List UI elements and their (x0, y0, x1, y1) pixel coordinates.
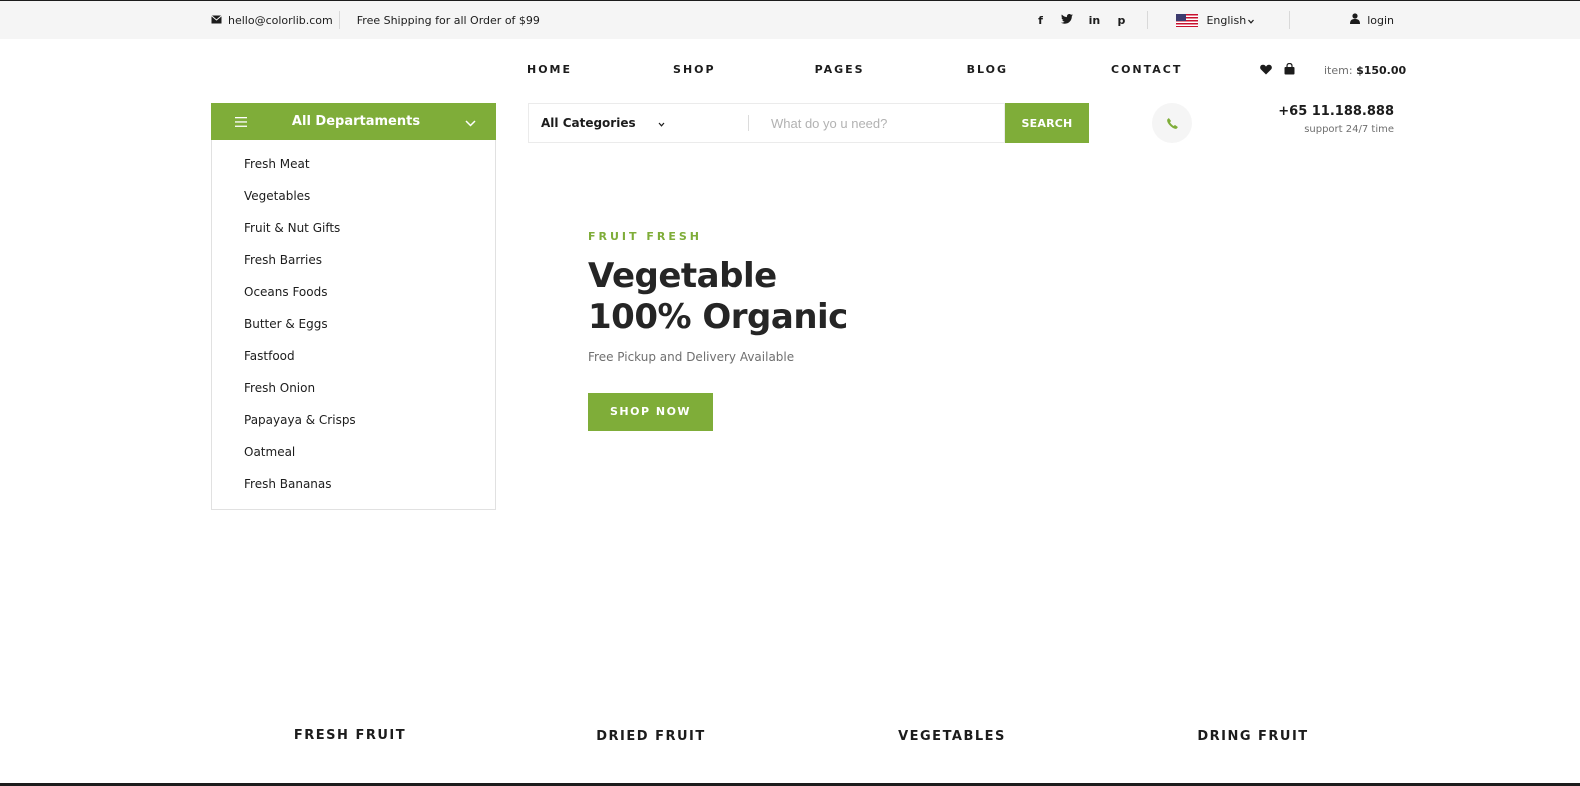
support-contact: +65 11.188.888 support 24/7 time (1278, 104, 1394, 135)
cart-total-value: $150.00 (1356, 64, 1407, 77)
hero-title: Vegetable 100% Organic (588, 256, 848, 338)
nav-shop[interactable]: SHOP (673, 63, 716, 76)
top-bar-left: hello@colorlib.com Free Shipping for all… (211, 11, 540, 29)
nav-pages[interactable]: PAGES (815, 63, 865, 76)
search-bar: All Categories SEARCH (528, 103, 1089, 143)
pinterest-icon[interactable]: p (1115, 14, 1127, 27)
search-button[interactable]: SEARCH (1005, 103, 1089, 143)
language-selector[interactable]: English (1148, 13, 1289, 27)
support-hours: support 24/7 time (1304, 124, 1394, 135)
email-link[interactable]: hello@colorlib.com (211, 14, 339, 27)
shipping-notice: Free Shipping for all Order of $99 (356, 13, 540, 27)
department-item[interactable]: Vegetables (212, 187, 495, 219)
nav-blog[interactable]: BLOG (967, 63, 1008, 76)
email-text: hello@colorlib.com (228, 13, 333, 27)
us-flag-icon (1176, 13, 1199, 27)
chevron-down-icon (465, 112, 476, 131)
department-item[interactable]: Fresh Onion (212, 379, 495, 411)
nav-home[interactable]: HOME (527, 63, 572, 76)
top-bar: hello@colorlib.com Free Shipping for all… (0, 0, 1580, 39)
header-icons (1260, 62, 1295, 78)
language-label: English (1206, 13, 1247, 27)
department-item[interactable]: Fresh Bananas (212, 475, 495, 507)
nav-contact[interactable]: CONTACT (1111, 63, 1182, 76)
department-item[interactable]: Fastfood (212, 347, 495, 379)
category-strip: FRESH FRUIT DRIED FRUIT VEGETABLES DRING… (0, 728, 1580, 752)
phone-number[interactable]: +65 11.188.888 (1278, 104, 1394, 119)
hamburger-icon (235, 112, 247, 131)
social-links: f in p (1034, 13, 1147, 27)
hero-subtitle: Free Pickup and Delivery Available (588, 350, 795, 364)
departments-menu: All Departaments Fresh Meat Vegetables F… (211, 103, 496, 510)
phone-icon (1152, 103, 1192, 143)
twitter-icon[interactable] (1061, 13, 1074, 27)
department-item[interactable]: Fruit & Nut Gifts (212, 219, 495, 251)
hero-title-line: Vegetable (588, 256, 777, 296)
shopping-bag-icon[interactable] (1284, 62, 1295, 78)
department-item[interactable]: Papayaya & Crisps (212, 411, 495, 443)
cart-total: item: $150.00 (1324, 64, 1406, 77)
heart-icon[interactable] (1260, 64, 1272, 78)
hero-tag: FRUIT FRESH (588, 230, 702, 243)
hero-title-line: 100% Organic (588, 297, 848, 337)
main-nav: HOME SHOP PAGES BLOG CONTACT (527, 63, 1182, 76)
search-box: All Categories (528, 103, 1005, 143)
search-input[interactable] (749, 115, 999, 131)
department-item[interactable]: Fresh Meat (212, 155, 495, 187)
chevron-down-icon (658, 116, 665, 130)
departments-toggle[interactable]: All Departaments (211, 103, 496, 140)
linkedin-icon[interactable]: in (1088, 14, 1101, 27)
category-dring-fruit[interactable]: DRING FRUIT (1197, 729, 1308, 744)
shop-now-button[interactable]: SHOP NOW (588, 393, 714, 431)
hero-banner: FRUIT FRESH Vegetable 100% Organic Free … (588, 230, 848, 431)
top-bar-right: f in p English login (1034, 11, 1394, 29)
login-label: login (1367, 13, 1394, 27)
departments-list: Fresh Meat Vegetables Fruit & Nut Gifts … (211, 140, 496, 510)
category-select[interactable]: All Categories (529, 116, 744, 130)
cart-item-label: item: (1324, 64, 1353, 77)
header: HOME SHOP PAGES BLOG CONTACT item: $150.… (0, 39, 1580, 101)
envelope-icon (211, 14, 222, 27)
department-item[interactable]: Oatmeal (212, 443, 495, 475)
category-dried-fruit[interactable]: DRIED FRUIT (596, 729, 706, 744)
departments-title: All Departaments (291, 114, 421, 129)
facebook-icon[interactable]: f (1034, 14, 1046, 27)
user-icon (1350, 13, 1361, 27)
category-label: All Categories (541, 116, 636, 130)
category-fresh-fruit[interactable]: FRESH FRUIT (294, 728, 406, 743)
department-item[interactable]: Oceans Foods (212, 283, 495, 315)
department-item[interactable]: Butter & Eggs (212, 315, 495, 347)
category-vegetables[interactable]: VEGETABLES (898, 729, 1006, 744)
department-item[interactable]: Fresh Barries (212, 251, 495, 283)
login-link[interactable]: login (1290, 13, 1394, 27)
